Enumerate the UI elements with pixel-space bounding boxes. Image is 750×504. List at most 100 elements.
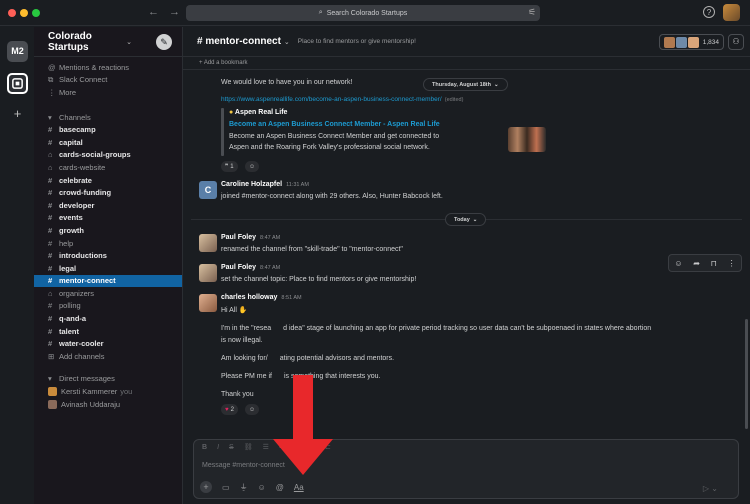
sidebar-item-water-cooler[interactable]: # water-cooler [34, 337, 182, 350]
date-divider-button[interactable]: Today ⌄ [445, 213, 487, 226]
user-avatar[interactable] [723, 4, 740, 21]
unfurl-title[interactable]: Become an Aspen Business Connect Member … [229, 121, 440, 128]
bookmark-icon[interactable]: ⊓ [711, 259, 717, 268]
search-bar[interactable]: ⌕ Search Colorado Startups [186, 5, 540, 21]
video-icon[interactable]: ▭ [222, 483, 230, 492]
channel-label: introductions [59, 251, 107, 261]
channel-label: polling [59, 301, 81, 311]
avatar[interactable] [199, 264, 217, 282]
sidebar-item-organizers[interactable]: ⌂ organizers [34, 287, 182, 300]
dm-section-header[interactable]: ▾ Direct messages [34, 373, 182, 386]
zoom-window-button[interactable] [32, 9, 40, 17]
sidebar-item-q-and-a[interactable]: # q-and-a [34, 312, 182, 325]
share-icon[interactable]: ➦ [693, 259, 700, 268]
scrollbar[interactable] [745, 319, 748, 429]
sidebar-item-cards-website[interactable]: ⌂ cards-website [34, 161, 182, 174]
sidebar-item-slack-connect[interactable]: ⧉ Slack Connect [34, 74, 182, 87]
unfurl-site-name: Aspen Real Life [234, 109, 288, 116]
message-author[interactable]: Paul Foley [221, 264, 256, 271]
message-author[interactable]: charles holloway [221, 294, 277, 301]
sidebar-item-polling[interactable]: # polling [34, 300, 182, 313]
channel-label: legal [59, 263, 77, 273]
member-avatar [663, 36, 675, 48]
channels-section-header[interactable]: ▾ Channels [34, 111, 182, 124]
channel-header: # mentor-connect ⌄ Place to find mentors… [183, 27, 750, 57]
sidebar-item-mentions[interactable]: @ Mentions & reactions [34, 61, 182, 74]
sidebar-item-crowd-funding[interactable]: # crowd-funding [34, 186, 182, 199]
microphone-icon[interactable]: ⏚ [240, 482, 248, 493]
channel-label: developer [59, 200, 95, 210]
sidebar-item-celebrate[interactable]: # celebrate [34, 174, 182, 187]
reaction-chip[interactable]: ♥ 2 [221, 404, 238, 415]
strikethrough-icon[interactable]: S [229, 444, 234, 451]
sidebar-item-growth[interactable]: # growth [34, 224, 182, 237]
unfurl-description: Aspen and the Roaring Fork Valley's prof… [229, 144, 430, 151]
date-divider-button[interactable]: Thursday, August 18th ⌄ [423, 78, 508, 91]
sidebar-item-help[interactable]: # help [34, 237, 182, 250]
search-filter-icon[interactable]: ⚟ [528, 7, 536, 18]
hash-icon: # [48, 301, 53, 311]
channel-sidebar: Colorado Startups ⌄ ✎ @ Mentions & reacti… [34, 27, 183, 504]
add-reaction-icon[interactable]: ☺ [674, 259, 682, 268]
message-timestamp[interactable]: 8:51 AM [281, 295, 301, 301]
add-emoji-icon: ☺ [249, 406, 256, 413]
avatar[interactable] [199, 234, 217, 252]
channel-title[interactable]: # mentor-connect [197, 36, 281, 47]
sidebar-item-legal[interactable]: # legal [34, 262, 182, 275]
close-window-button[interactable] [8, 9, 16, 17]
message-timestamp[interactable]: 11:31 AM [286, 182, 309, 188]
message-author[interactable]: Caroline Holzapfel [221, 181, 282, 188]
more-actions-icon[interactable]: ⋮ [728, 259, 736, 268]
members-button[interactable]: 1,834 [658, 34, 724, 50]
add-workspace-button[interactable]: + [7, 103, 28, 124]
back-arrow-icon[interactable]: ← [148, 6, 159, 19]
sidebar-item-mentor-connect[interactable]: # mentor-connect [34, 274, 182, 288]
sidebar-item-label: More [59, 87, 77, 97]
message-header: Paul Foley 8:47 AM [221, 264, 280, 271]
message-timestamp[interactable]: 8:47 AM [260, 265, 280, 271]
add-channels-button[interactable]: ⊞ Add channels [34, 350, 182, 363]
workspace-logo-icon [12, 78, 23, 89]
workspace-name: Colorado Startups [48, 30, 92, 53]
workspace-colorado-startups[interactable] [7, 73, 28, 94]
italic-icon[interactable]: I [217, 444, 219, 451]
help-icon[interactable]: ? [703, 6, 715, 18]
avatar[interactable] [199, 294, 217, 312]
message-timestamp[interactable]: 8:47 AM [260, 235, 280, 241]
sidebar-item-introductions[interactable]: # introductions [34, 249, 182, 262]
workspace-header[interactable]: Colorado Startups ⌄ ✎ [34, 27, 182, 57]
sidebar-item-more[interactable]: ⋮ More [34, 86, 182, 99]
reaction-chip[interactable]: ❞ 1 [221, 161, 238, 172]
sidebar-item-developer[interactable]: # developer [34, 199, 182, 212]
add-member-icon[interactable]: ⚇ [728, 34, 744, 50]
add-reaction-button[interactable]: ☺ [245, 161, 260, 172]
message-text: Am looking for/ating potential advisors … [221, 355, 394, 362]
chevron-down-icon[interactable]: ⌄ [284, 38, 290, 46]
dm-item-kersti[interactable]: Kersti Kammerer you [34, 385, 182, 398]
add-bookmark-button[interactable]: + Add a bookmark [183, 57, 750, 70]
workspace-m2[interactable]: M2 [7, 41, 28, 62]
message-author[interactable]: Paul Foley [221, 234, 256, 241]
message-text: joined #mentor-connect along with 29 oth… [221, 193, 443, 200]
sidebar-item-capital[interactable]: # capital [34, 136, 182, 149]
bold-icon[interactable]: B [202, 444, 207, 451]
compose-button[interactable]: ✎ [156, 33, 172, 50]
sidebar-item-events[interactable]: # events [34, 212, 182, 225]
send-icon[interactable]: ▷ ⌄ [703, 484, 718, 493]
dm-item-avinash[interactable]: Avinash Uddaraju [34, 398, 182, 411]
forward-arrow-icon[interactable]: → [169, 6, 180, 19]
connect-icon: ⧉ [48, 74, 54, 84]
message-link[interactable]: https://www.aspenreallife.com/become-an-… [221, 96, 442, 103]
sidebar-item-basecamp[interactable]: # basecamp [34, 123, 182, 136]
sidebar-item-talent[interactable]: # talent [34, 325, 182, 338]
add-reaction-button[interactable]: ☺ [245, 404, 260, 415]
minimize-window-button[interactable] [20, 9, 28, 17]
dm-name: Avinash Uddaraju [61, 399, 121, 409]
sidebar-item-cards-social-groups[interactable]: ⌂ cards-social-groups [34, 149, 182, 162]
avatar[interactable]: C [199, 181, 217, 199]
message-header: Paul Foley 8:47 AM [221, 234, 280, 241]
unfurl-thumbnail[interactable] [508, 127, 546, 152]
plus-icon[interactable]: + [200, 481, 212, 493]
channel-topic[interactable]: Place to find mentors or give mentorship… [298, 38, 416, 45]
link-icon[interactable]: ⛓ [244, 443, 253, 451]
